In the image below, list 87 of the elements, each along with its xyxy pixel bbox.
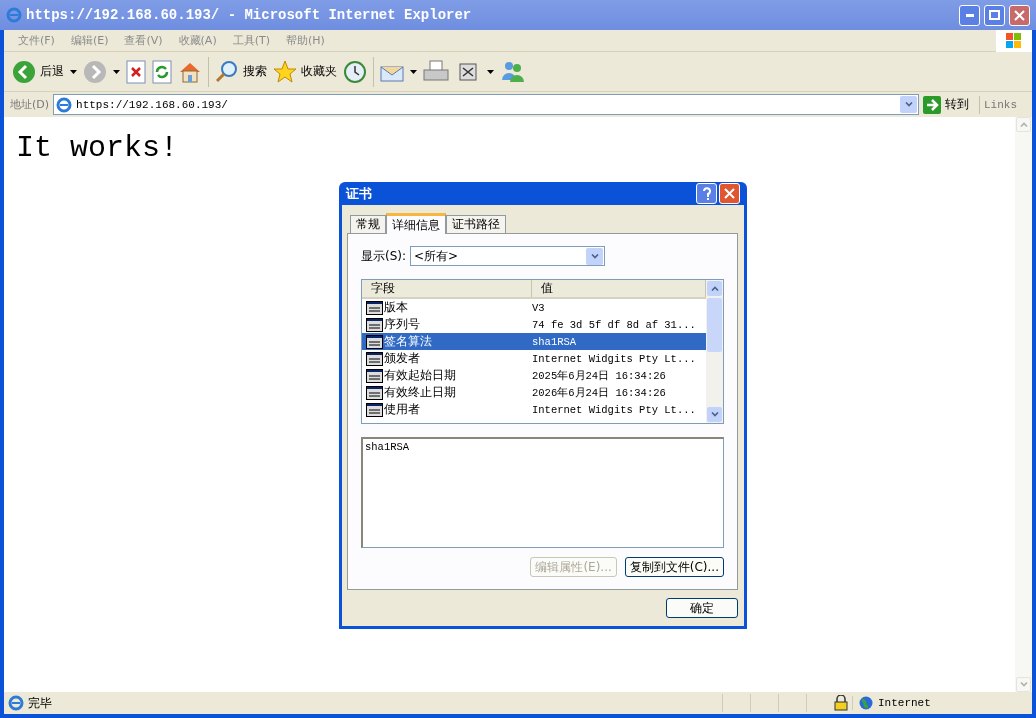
column-header[interactable]: 字段: [362, 280, 532, 297]
dialog-button[interactable]: 复制到文件(C)...: [624, 557, 724, 577]
star-icon: [273, 59, 297, 84]
field-value: sha1RSA: [532, 335, 577, 348]
globe-icon: [859, 696, 873, 710]
field-name: 有效起始日期: [384, 367, 456, 384]
detail-text-area[interactable]: sha1RSA: [361, 437, 724, 548]
list-row[interactable]: 使用者 Internet Widgits Pty Lt...: [362, 401, 706, 418]
ie-logo-icon: [8, 695, 24, 711]
address-field[interactable]: https://192.168.60.193/: [53, 94, 919, 115]
zone-text: Internet: [878, 697, 931, 709]
certificate-icon: [366, 334, 383, 349]
search-icon: [215, 59, 239, 84]
close-button[interactable]: [1009, 4, 1030, 26]
ie-logo-icon: [6, 7, 22, 23]
ok-button[interactable]: 确定: [666, 598, 738, 618]
field-name: 签名算法: [384, 333, 432, 350]
down-chevron-icon: [590, 253, 599, 259]
dropdown-caret-icon[interactable]: [487, 69, 494, 74]
padlock-icon: [834, 695, 848, 711]
show-label: 显示(S):: [361, 247, 407, 265]
field-value: V3: [532, 301, 545, 314]
list-row[interactable]: 序列号 74 fe 3d 5f df 8d af 31...: [362, 316, 706, 333]
certificate-icon: [366, 368, 383, 383]
field-name: 版本: [384, 299, 408, 316]
field-value: 74 fe 3d 5f df 8d af 31...: [532, 318, 696, 331]
up-chevron-icon: [1019, 122, 1028, 127]
help-button[interactable]: [696, 183, 717, 204]
field-value: 2025年6月24日 16:34:26: [532, 368, 666, 383]
minimize-icon: [965, 13, 974, 17]
up-chevron-icon: [710, 286, 719, 291]
down-chevron-icon: [904, 102, 913, 107]
links-button[interactable]: Links: [984, 98, 1032, 111]
certificate-icon: [366, 385, 383, 400]
close-icon: [1014, 9, 1025, 21]
window-title: https://192.168.60.193/ - Microsoft Internet Explorer: [26, 7, 473, 23]
certificate-icon: [366, 351, 383, 366]
dropdown-button[interactable]: [900, 96, 917, 113]
certificate-icon: [366, 317, 383, 332]
scrollbar[interactable]: [1015, 117, 1032, 692]
go-arrow-icon: [923, 95, 941, 114]
dropdown-caret-icon[interactable]: [410, 69, 417, 74]
tab[interactable]: 常规: [350, 215, 386, 233]
tab[interactable]: 证书路径: [446, 215, 506, 233]
refresh-icon[interactable]: [152, 59, 172, 84]
list-row[interactable]: 有效终止日期 2026年6月24日 16:34:26: [362, 384, 706, 401]
dialog-title: 证书: [346, 184, 373, 203]
address-label: 地址(D): [10, 97, 50, 112]
dropdown-caret-icon[interactable]: [113, 69, 120, 74]
go-button[interactable]: 转到: [923, 95, 980, 114]
minimize-button[interactable]: [959, 4, 980, 26]
scrollbar[interactable]: [706, 280, 723, 424]
list-row[interactable]: 版本 V3: [362, 299, 706, 316]
question-mark-icon: [701, 186, 712, 201]
dropdown-caret-icon[interactable]: [70, 69, 77, 74]
field-name: 有效终止日期: [384, 384, 456, 401]
history-icon[interactable]: [343, 59, 367, 84]
list-row[interactable]: 颁发者 Internet Widgits Pty Lt...: [362, 350, 706, 367]
down-chevron-icon: [710, 412, 719, 418]
field-name: 序列号: [384, 316, 420, 333]
field-value: 2026年6月24日 16:34:26: [532, 385, 666, 400]
field-value: Internet Widgits Pty Lt...: [532, 352, 696, 365]
maximize-icon: [989, 10, 1000, 20]
field-value: Internet Widgits Pty Lt...: [532, 403, 696, 416]
field-name: 颁发者: [384, 350, 420, 367]
certificate-icon: [366, 402, 383, 417]
tab[interactable]: 详细信息: [386, 213, 446, 234]
show-select[interactable]: <所有>: [410, 246, 606, 266]
windows-flag-icon: [1004, 31, 1024, 50]
maximize-button[interactable]: [984, 4, 1005, 26]
printer-icon[interactable]: [423, 59, 449, 84]
people-icon[interactable]: [500, 59, 526, 84]
close-button[interactable]: [719, 183, 740, 204]
certificate-icon: [366, 300, 383, 315]
field-name: 使用者: [384, 401, 420, 418]
favorites-button[interactable]: 收藏夹: [273, 59, 337, 84]
page-heading: It works!: [16, 131, 179, 165]
ie-logo-icon: [56, 96, 73, 113]
list-row[interactable]: 签名算法 sha1RSA: [362, 333, 706, 350]
status-text: 完毕: [28, 694, 53, 712]
close-icon: [724, 188, 735, 199]
stop-icon[interactable]: [126, 59, 146, 84]
dropdown-button[interactable]: [586, 247, 604, 265]
down-chevron-icon: [1019, 682, 1028, 687]
search-button[interactable]: 搜索: [215, 59, 267, 84]
back-button[interactable]: 后退: [12, 59, 64, 84]
list-row[interactable]: 有效起始日期 2025年6月24日 16:34:26: [362, 367, 706, 384]
